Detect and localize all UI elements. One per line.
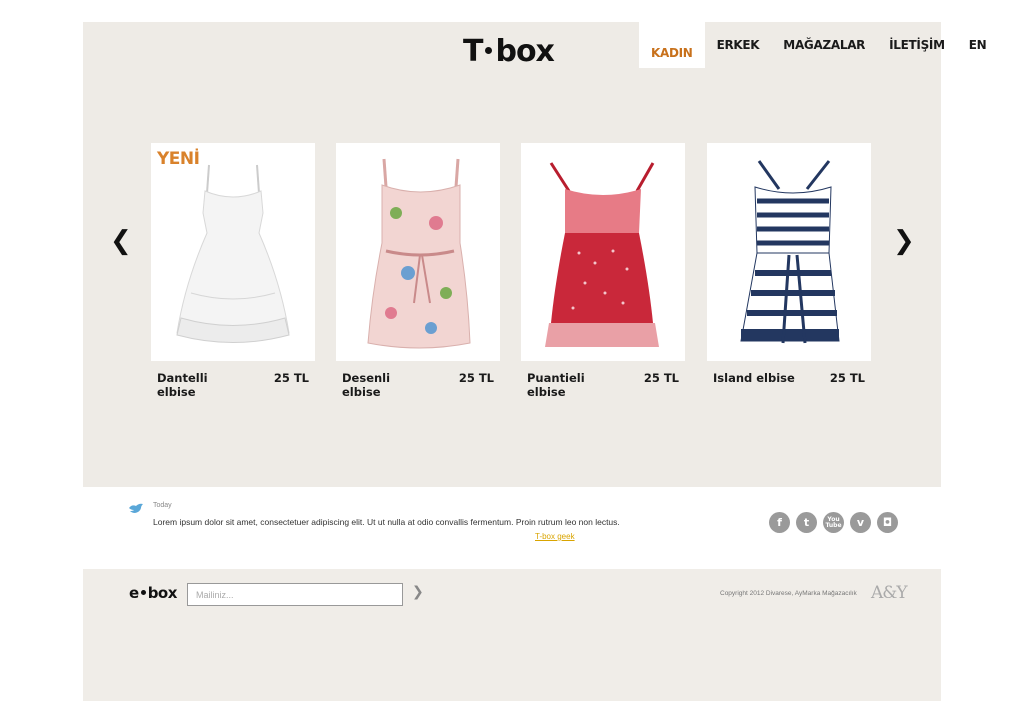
vimeo-icon[interactable]: v: [850, 512, 871, 533]
ebox-box: box: [147, 584, 178, 602]
logo-box: box: [495, 34, 554, 69]
product-name[interactable]: Desenli elbise: [342, 371, 432, 399]
product-card[interactable]: Desenli elbise 25 TL: [336, 143, 500, 399]
navy-striped-dress-image: [740, 160, 840, 344]
tweet-author-link[interactable]: T-box geek: [535, 532, 575, 541]
new-badge: YENİ: [157, 149, 200, 169]
nav-item-erkek[interactable]: ERKEK: [705, 22, 772, 68]
chevron-left-icon: ❮: [110, 226, 132, 256]
tweet-text: Lorem ipsum dolor sit amet, consectetuer…: [153, 517, 620, 527]
ebox-e: e: [129, 584, 139, 602]
nav-item-kadin[interactable]: KADIN: [639, 22, 705, 68]
logo-t: T: [463, 34, 483, 69]
twitter-bird-icon: [129, 503, 143, 513]
newsletter-email-input[interactable]: [187, 583, 403, 606]
product-image-navy-striped-dress[interactable]: [707, 143, 871, 361]
product-name[interactable]: Dantelli elbise: [157, 371, 247, 399]
product-name[interactable]: Island elbise: [713, 371, 803, 385]
main-nav: KADIN ERKEK MAĞAZALAR İLETİŞİM EN: [639, 22, 998, 68]
product-image-red-polka-dot-dress[interactable]: [521, 143, 685, 361]
product-image-floral-dress[interactable]: [336, 143, 500, 361]
twitter-icon[interactable]: t: [796, 512, 817, 533]
chevron-right-icon: ❯: [893, 226, 915, 256]
ay-partner-logo[interactable]: A&Y: [871, 583, 908, 603]
newsletter-submit-button[interactable]: ❯: [412, 584, 424, 600]
nav-item-magazalar[interactable]: MAĞAZALAR: [771, 22, 877, 68]
product-price: 25 TL: [643, 371, 679, 385]
red-polka-dot-dress-image: [545, 162, 659, 347]
product-price: 25 TL: [829, 371, 865, 385]
carousel-next-button[interactable]: ❯: [893, 226, 915, 256]
facebook-icon[interactable]: f: [769, 512, 790, 533]
floral-dress-image: [367, 158, 471, 349]
instagram-icon[interactable]: ◘: [877, 512, 898, 533]
social-links: f t You Tube v ◘: [769, 512, 898, 533]
carousel-prev-button[interactable]: ❮: [110, 226, 132, 256]
logo-dot: [485, 47, 493, 54]
product-price: 25 TL: [458, 371, 494, 385]
product-card[interactable]: YENİ Dantelli elbise 25 TL: [151, 143, 315, 399]
ebox-logo: e box: [129, 584, 177, 602]
nav-item-iletisim[interactable]: İLETİŞİM: [877, 22, 957, 68]
nav-item-language[interactable]: EN: [957, 22, 999, 68]
product-card[interactable]: Puantieli elbise 25 TL: [521, 143, 685, 399]
product-image-white-lace-dress[interactable]: YENİ: [151, 143, 315, 361]
product-price: 25 TL: [273, 371, 309, 385]
white-lace-dress-image: [176, 164, 290, 343]
product-card[interactable]: Island elbise 25 TL: [707, 143, 871, 385]
product-name[interactable]: Puantieli elbise: [527, 371, 617, 399]
youtube-icon[interactable]: You Tube: [823, 512, 844, 533]
chevron-right-icon: ❯: [412, 584, 424, 600]
ebox-dot: [140, 589, 146, 595]
tweet-timestamp: Today: [153, 502, 172, 509]
copyright-text: Copyright 2012 Divarese, AyMarka Mağazac…: [720, 590, 857, 597]
footer: ebox ❯ Copyright 2012 Divarese, AyMarka …: [83, 569, 941, 701]
hero-section: Tbox KADIN ERKEK MAĞAZALAR İLETİŞİM EN ❮…: [83, 22, 987, 487]
tbox-logo[interactable]: Tbox: [463, 34, 555, 69]
